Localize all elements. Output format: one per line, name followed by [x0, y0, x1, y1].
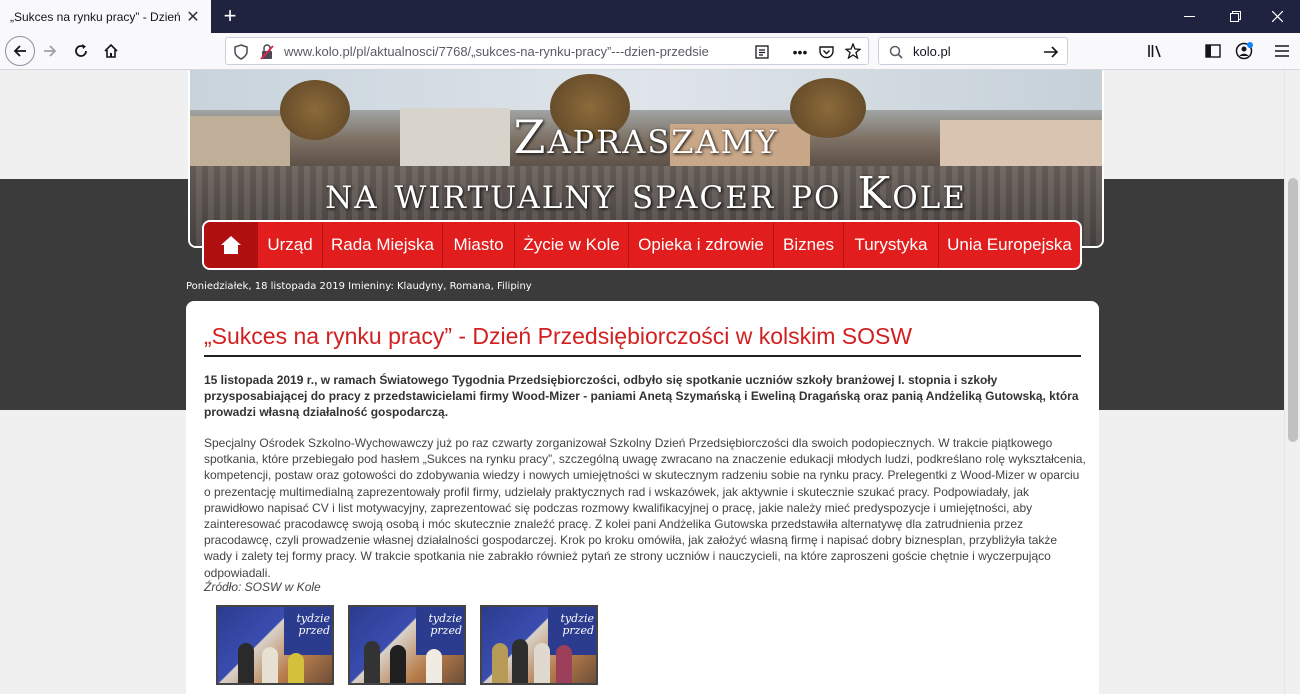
thumbnail-figure — [556, 645, 572, 683]
home-button[interactable] — [97, 37, 125, 65]
thumbnail-figure — [512, 639, 528, 683]
minimize-icon[interactable] — [1166, 0, 1212, 33]
web-page: Zapraszamy na wirtualny spacer po Kole U… — [0, 70, 1284, 694]
close-window-icon[interactable] — [1254, 0, 1300, 33]
library-icon[interactable] — [1146, 42, 1164, 60]
url-text: www.kolo.pl/pl/aktualnosci/7768/„sukces-… — [284, 43, 709, 59]
bookmark-star-icon[interactable] — [845, 43, 861, 59]
home-icon — [220, 236, 241, 254]
reload-button[interactable] — [67, 37, 95, 65]
thumbnail-banner-text: tydzie przed — [284, 607, 332, 655]
restore-icon[interactable] — [1212, 0, 1258, 33]
article-lead: 15 listopada 2019 r., w ramach Światoweg… — [204, 373, 1079, 419]
navigation-toolbar: www.kolo.pl/pl/aktualnosci/7768/„sukces-… — [0, 33, 1300, 70]
browser-tab[interactable]: „Sukces na rynku pracy” - Dzień Prz ✕ — [0, 0, 211, 33]
thumbnail-banner-text: tydzie przed — [416, 607, 464, 655]
article-container: „Sukces na rynku pracy” - Dzień Przedsię… — [186, 301, 1099, 694]
new-tab-icon[interactable]: + — [218, 4, 242, 28]
thumbnail-figure — [492, 643, 508, 683]
insecure-lock-icon[interactable] — [259, 44, 275, 60]
menu-item-biznes[interactable]: Biznes — [774, 222, 844, 268]
thumbnail-figure — [426, 649, 442, 683]
forward-button[interactable] — [36, 37, 64, 65]
gallery-thumbnail[interactable]: tydzie przed — [348, 605, 466, 685]
home-menu-button[interactable] — [204, 222, 258, 268]
gallery-thumbnail[interactable]: tydzie przed — [216, 605, 334, 685]
main-menu: Urząd Rada Miejska Miasto Życie w Kole O… — [202, 220, 1082, 270]
search-go-arrow-icon[interactable] — [1043, 44, 1059, 60]
menu-item-rada-miejska[interactable]: Rada Miejska — [323, 222, 443, 268]
article-title: „Sukces na rynku pracy” - Dzień Przedsię… — [204, 323, 913, 349]
tab-title: „Sukces na rynku pracy” - Dzień Prz — [10, 9, 183, 24]
thumbnail-figure — [262, 647, 278, 683]
thumbnail-banner-text: tydzie przed — [548, 607, 596, 655]
thumbnail-figure — [238, 643, 254, 683]
shield-icon[interactable] — [233, 44, 249, 60]
article-source: Źródło: SOSW w Kole — [204, 580, 321, 594]
page-actions-icon[interactable]: ••• — [792, 44, 808, 60]
reader-view-icon[interactable] — [754, 44, 770, 60]
tab-bar: „Sukces na rynku pracy” - Dzień Prz ✕ + — [0, 0, 1300, 33]
banner-title-line1: Zapraszamy — [513, 110, 779, 164]
menu-item-miasto[interactable]: Miasto — [443, 222, 515, 268]
close-tab-icon[interactable]: ✕ — [183, 7, 203, 27]
search-icon — [888, 44, 904, 60]
title-divider — [204, 355, 1081, 357]
thumbnail-figure — [288, 653, 304, 683]
date-and-nameday: Poniedziałek, 18 listopada 2019 Imieniny… — [186, 281, 532, 292]
sidebar-icon[interactable] — [1204, 42, 1222, 60]
address-bar[interactable]: www.kolo.pl/pl/aktualnosci/7768/„sukces-… — [225, 37, 869, 65]
thumbnail-figure — [364, 641, 380, 683]
scrollbar-thumb[interactable] — [1288, 178, 1298, 442]
search-bar[interactable]: kolo.pl — [878, 37, 1068, 65]
back-button[interactable] — [5, 36, 35, 66]
gallery-thumbnail[interactable]: tydzie przed — [480, 605, 598, 685]
banner-title-line2: na wirtualny spacer po Kole — [325, 168, 967, 219]
menu-item-zycie-w-kole[interactable]: Życie w Kole — [515, 222, 629, 268]
menu-item-unia-europejska[interactable]: Unia Europejska — [939, 222, 1080, 268]
account-icon[interactable] — [1234, 41, 1254, 61]
article-body: Specjalny Ośrodek Szkolno-Wychowawczy ju… — [204, 436, 1086, 580]
menu-item-opieka-i-zdrowie[interactable]: Opieka i zdrowie — [629, 222, 774, 268]
menu-item-urzad[interactable]: Urząd — [258, 222, 323, 268]
menu-item-turystyka[interactable]: Turystyka — [844, 222, 939, 268]
hamburger-menu-icon[interactable] — [1273, 42, 1291, 60]
thumbnail-figure — [534, 643, 550, 683]
pocket-icon[interactable] — [818, 44, 834, 60]
page-scrollbar[interactable] — [1284, 70, 1300, 694]
thumbnail-figure — [390, 645, 406, 683]
